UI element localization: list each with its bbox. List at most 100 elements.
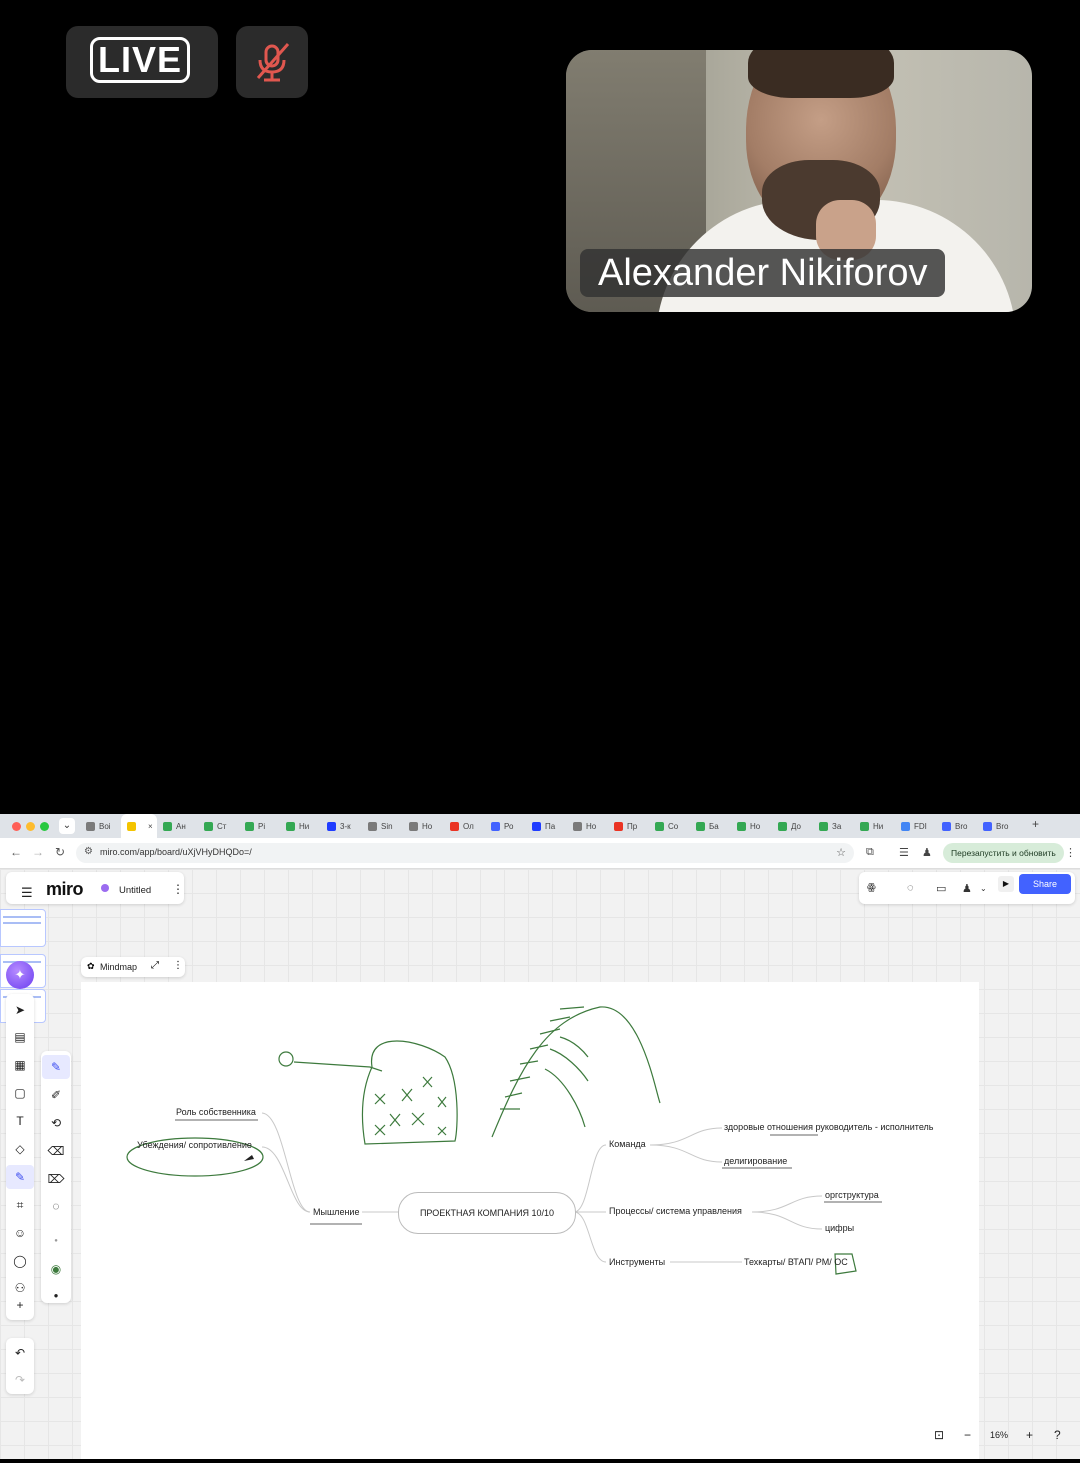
mindmap-node-tech-cards[interactable]: Техкарты/ ВТАП/ РМ/ ОС bbox=[744, 1257, 848, 1267]
browser-tab[interactable]: Рі bbox=[239, 814, 280, 838]
zoom-level[interactable]: 16% bbox=[990, 1430, 1008, 1440]
miro-canvas[interactable]: ☰ miro Untitled ⋮ ꙮ ◌ ▭ ♟ ⌄ ▶ Share ✿ Mi… bbox=[0, 869, 1080, 1459]
mindmap-node-numbers[interactable]: цифры bbox=[825, 1223, 854, 1233]
stroke-medium-option[interactable]: ● bbox=[42, 1284, 70, 1308]
more-tools-plus-icon[interactable]: + bbox=[6, 1293, 34, 1317]
lasso-icon[interactable]: ◌ bbox=[42, 1194, 70, 1218]
browser-tab[interactable]: Sin bbox=[362, 814, 403, 838]
comment-tool-icon[interactable]: ◯ bbox=[6, 1249, 34, 1273]
templates-icon[interactable]: ▤ bbox=[6, 1025, 34, 1049]
browser-tab[interactable]: Ба bbox=[690, 814, 731, 838]
mindmap-node-team[interactable]: Команда bbox=[609, 1139, 646, 1149]
browser-tab[interactable]: Пр bbox=[608, 814, 649, 838]
frame-tool-icon[interactable]: ⌗ bbox=[6, 1193, 34, 1217]
table-tool-icon[interactable]: ▦ bbox=[6, 1053, 34, 1077]
tab-label: Но bbox=[750, 821, 761, 831]
bookmark-star-icon[interactable]: ☆ bbox=[836, 846, 846, 859]
extensions-icon[interactable]: ⧉ bbox=[866, 846, 874, 859]
browser-tab[interactable]: Ро bbox=[485, 814, 526, 838]
sticky-note-icon[interactable]: ▢ bbox=[6, 1081, 34, 1105]
zoom-out-icon[interactable]: − bbox=[964, 1428, 971, 1442]
tab-favicon-icon bbox=[737, 821, 746, 831]
tab-label: Ни bbox=[873, 821, 884, 831]
highlighter-icon[interactable]: ✐ bbox=[42, 1083, 70, 1107]
browser-tab[interactable]: Но bbox=[731, 814, 772, 838]
select-tool-icon[interactable]: ➤ bbox=[6, 998, 34, 1022]
browser-tab[interactable]: До bbox=[772, 814, 813, 838]
smart-drawing-icon[interactable]: ⟲ bbox=[42, 1111, 70, 1135]
text-tool-icon[interactable]: T bbox=[6, 1109, 34, 1133]
mindmap-node-org-structure[interactable]: оргструктура bbox=[825, 1190, 879, 1200]
browser-tab[interactable]: За bbox=[813, 814, 854, 838]
mindmap-node-owner-role[interactable]: Роль собственника bbox=[176, 1107, 256, 1117]
zoom-in-icon[interactable]: + bbox=[1026, 1428, 1033, 1442]
main-toolbar: ➤ ▤ ▦ ▢ T ◇ ✎ ⌗ ☺ ◯ ⚇ + bbox=[6, 994, 34, 1320]
stickers-icon[interactable]: ☺ bbox=[6, 1221, 34, 1245]
tab-favicon-icon bbox=[901, 821, 910, 831]
browser-tab[interactable]: Но bbox=[567, 814, 608, 838]
undo-icon[interactable]: ↶ bbox=[6, 1341, 34, 1365]
site-info-icon[interactable]: ⚙ bbox=[84, 846, 93, 857]
mindmap-node-relations[interactable]: здоровые отношения руководитель - исполн… bbox=[724, 1122, 933, 1132]
ai-assistant-icon[interactable]: ✦ bbox=[6, 961, 34, 989]
browser-tab[interactable]: Па bbox=[526, 814, 567, 838]
stroke-thin-option[interactable]: ● bbox=[42, 1229, 70, 1253]
pen-icon[interactable]: ✎ bbox=[42, 1055, 70, 1079]
browser-tab[interactable]: × bbox=[121, 814, 157, 838]
shapes-tool-icon[interactable]: ◇ bbox=[6, 1137, 34, 1161]
tab-favicon-icon bbox=[368, 821, 377, 831]
browser-tab[interactable]: Boi bbox=[80, 814, 121, 838]
live-label: LIVE bbox=[90, 37, 190, 83]
tab-label: Пр bbox=[627, 821, 638, 831]
mindmap-root-node[interactable]: ПРОЕКТНАЯ КОМПАНИЯ 10/10 bbox=[398, 1192, 576, 1234]
browser-tab[interactable]: Ол bbox=[444, 814, 485, 838]
mindmap-node-processes[interactable]: Процессы/ система управления bbox=[609, 1206, 742, 1216]
forward-arrow-icon[interactable]: → bbox=[32, 845, 44, 859]
new-tab-plus-icon[interactable]: + bbox=[1032, 817, 1039, 831]
mindmap-node-tools[interactable]: Инструменты bbox=[609, 1257, 665, 1267]
tab-label: Ба bbox=[709, 821, 719, 831]
mindmap-node-delegation[interactable]: делигирование bbox=[724, 1156, 787, 1166]
mindmap-node-thinking[interactable]: Мышление bbox=[313, 1207, 359, 1217]
back-arrow-icon[interactable]: ← bbox=[10, 845, 22, 859]
mindmap-node-beliefs[interactable]: Убеждения/ сопротивление bbox=[137, 1140, 252, 1150]
eraser-icon[interactable]: ⌫ bbox=[42, 1139, 70, 1163]
browser-tab[interactable]: FDI bbox=[895, 814, 936, 838]
stroke-eraser-icon[interactable]: ⌦ bbox=[42, 1167, 70, 1191]
browser-tab[interactable]: Но bbox=[403, 814, 444, 838]
reload-icon[interactable]: ↻ bbox=[55, 845, 65, 859]
tab-favicon-icon bbox=[127, 821, 136, 831]
maximize-window-icon[interactable] bbox=[40, 822, 49, 831]
browser-tab[interactable]: Bro bbox=[936, 814, 977, 838]
tab-label: Но bbox=[422, 821, 433, 831]
close-tab-icon[interactable]: × bbox=[148, 822, 153, 831]
zoom-controls: ⊡ − 16% + ? bbox=[926, 1422, 1074, 1450]
tab-label: До bbox=[791, 821, 801, 831]
browser-tab[interactable]: 3-к bbox=[321, 814, 362, 838]
mic-muted-button[interactable] bbox=[236, 26, 308, 98]
browser-tab[interactable]: Aн bbox=[157, 814, 198, 838]
tab-search-chevron-icon[interactable]: ⌄ bbox=[59, 818, 75, 834]
reading-list-icon[interactable]: ☰ bbox=[899, 846, 909, 859]
help-icon[interactable]: ? bbox=[1054, 1428, 1061, 1442]
restart-update-button[interactable]: Перезапустить и обновить bbox=[943, 843, 1064, 863]
browser-tab[interactable]: Со bbox=[649, 814, 690, 838]
participant-video: Alexander Nikiforov bbox=[566, 50, 1032, 312]
profile-avatar-icon[interactable]: ♟ bbox=[922, 846, 932, 859]
minimize-window-icon[interactable] bbox=[26, 822, 35, 831]
browser-tab[interactable]: Ст bbox=[198, 814, 239, 838]
redo-icon[interactable]: ↷ bbox=[6, 1368, 34, 1392]
address-bar[interactable]: ⚙ miro.com/app/board/uXjVHyDHQDo=/ ☆ bbox=[76, 843, 854, 863]
pen-options-toolbar: ✎ ✐ ⟲ ⌫ ⌦ ◌ ● ◉ ● bbox=[41, 1051, 71, 1303]
browser-tab[interactable]: Bro bbox=[977, 814, 1018, 838]
browser-menu-icon[interactable]: ⋮ bbox=[1065, 846, 1076, 859]
browser-tab[interactable]: Ни bbox=[280, 814, 321, 838]
fit-to-screen-icon[interactable]: ⊡ bbox=[934, 1428, 944, 1442]
browser-tab[interactable]: Ни bbox=[854, 814, 895, 838]
pen-tool-icon[interactable]: ✎ bbox=[6, 1165, 34, 1189]
tab-favicon-icon bbox=[819, 821, 828, 831]
tab-label: Ст bbox=[217, 821, 227, 831]
color-green-option[interactable]: ◉ bbox=[42, 1257, 70, 1281]
close-window-icon[interactable] bbox=[12, 822, 21, 831]
tab-favicon-icon bbox=[532, 821, 541, 831]
